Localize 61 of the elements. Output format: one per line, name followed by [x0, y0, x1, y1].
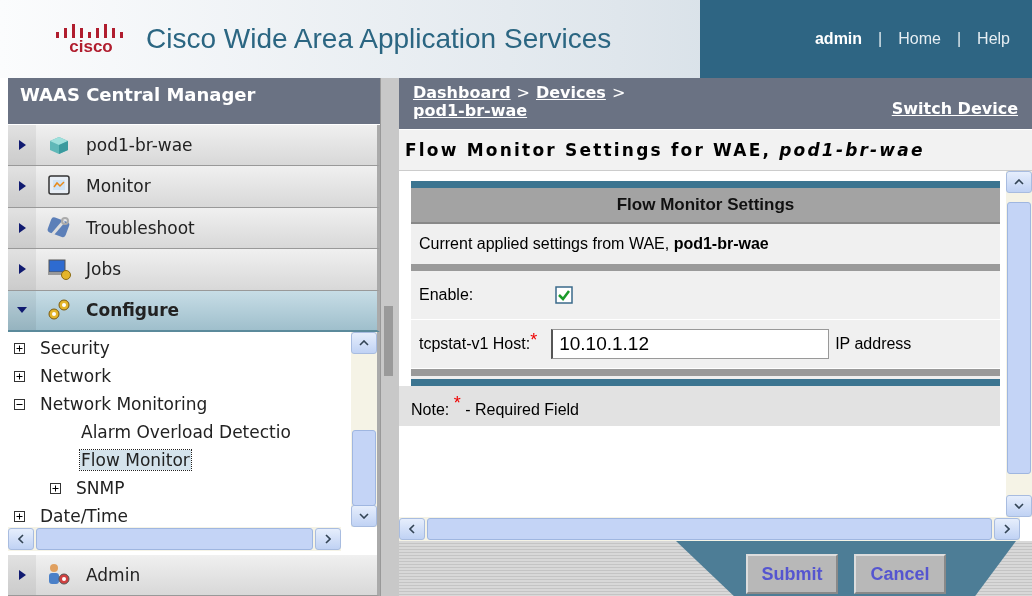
tree-item[interactable]: Network Monitoring — [39, 394, 209, 415]
tree-item[interactable]: Alarm Overload Detectio — [80, 422, 292, 443]
scroll-right-icon — [1004, 524, 1010, 534]
nav-link[interactable]: Help — [977, 30, 1010, 48]
host-input-field[interactable]: 10.10.1.12 — [551, 329, 830, 359]
separator: | — [956, 30, 962, 48]
accordion-item[interactable]: Monitor — [8, 166, 380, 208]
scroll-left-icon — [409, 524, 415, 534]
computer-gear-icon — [46, 256, 72, 283]
switch-device-link[interactable]: Switch Device — [891, 99, 1018, 118]
vertical-scrollbar[interactable] — [351, 332, 377, 528]
accordion-item[interactable]: pod1-br-wae — [8, 124, 380, 167]
tree-item[interactable]: Date/Time — [39, 506, 129, 527]
panel-header: Flow Monitor Settings — [411, 188, 1000, 224]
breadcrumb-link[interactable]: pod1-br-wae — [413, 102, 528, 120]
field-label: Enable: — [419, 286, 475, 304]
tree-item[interactable]: Network — [39, 366, 112, 387]
info-text: Current applied settings from WAE, pod1-br-wae — [419, 235, 769, 253]
scroll-down-icon — [1014, 503, 1024, 509]
checkbox[interactable] — [555, 286, 573, 304]
required-mark: * — [530, 330, 538, 351]
tree-item[interactable]: Security — [39, 338, 111, 359]
horizontal-scrollbar[interactable] — [399, 517, 1020, 541]
accordion-item[interactable]: Troubleshoot — [8, 207, 380, 250]
scroll-left-icon — [18, 534, 24, 545]
breadcrumb-separator: > — [611, 84, 626, 102]
sidebar-title: WAAS Central Manager — [8, 78, 380, 125]
scroll-up-icon — [1014, 179, 1024, 185]
caret-right-icon — [16, 138, 28, 151]
horizontal-scrollbar[interactable] — [8, 527, 341, 552]
logo-text: cisco — [69, 38, 113, 56]
collapse-icon[interactable] — [14, 398, 25, 410]
scroll-right-icon — [325, 534, 331, 545]
expand-icon[interactable] — [14, 510, 25, 522]
tree-item[interactable]: Flow Monitor — [80, 450, 191, 471]
caret-right-icon — [16, 221, 28, 234]
accordion-item[interactable]: Admin — [8, 554, 380, 596]
accordion-item[interactable]: Jobs — [8, 249, 380, 291]
splitter-handle[interactable] — [380, 78, 399, 596]
caret-right-icon — [16, 263, 28, 276]
separator: | — [878, 30, 883, 48]
expand-icon[interactable] — [14, 370, 25, 382]
field-label: tcpstat-v1 Host: — [419, 335, 531, 353]
accordion-item[interactable]: Configure — [8, 290, 380, 333]
breadcrumb-link[interactable]: Devices — [536, 84, 606, 102]
field-hint: IP address — [835, 335, 912, 353]
expand-icon[interactable] — [50, 482, 61, 494]
user-name: admin — [814, 30, 863, 48]
caret-right-icon — [16, 180, 28, 193]
tree-item[interactable]: SNMP — [75, 478, 126, 499]
page-title: Flow Monitor Settings for WAE, pod1-br-wae — [405, 140, 925, 160]
breadcrumb-link[interactable]: Dashboard — [413, 84, 511, 102]
scroll-up-icon — [359, 340, 369, 347]
vertical-scrollbar[interactable] — [1006, 171, 1032, 517]
users-icon — [46, 561, 72, 588]
breadcrumb-separator: > — [516, 84, 530, 102]
scroll-down-icon — [359, 513, 369, 520]
nav-link[interactable]: Home — [898, 30, 941, 48]
caret-right-icon — [16, 568, 28, 581]
app-title: Cisco Wide Area Application Services — [146, 23, 613, 55]
expand-icon[interactable] — [14, 342, 25, 354]
